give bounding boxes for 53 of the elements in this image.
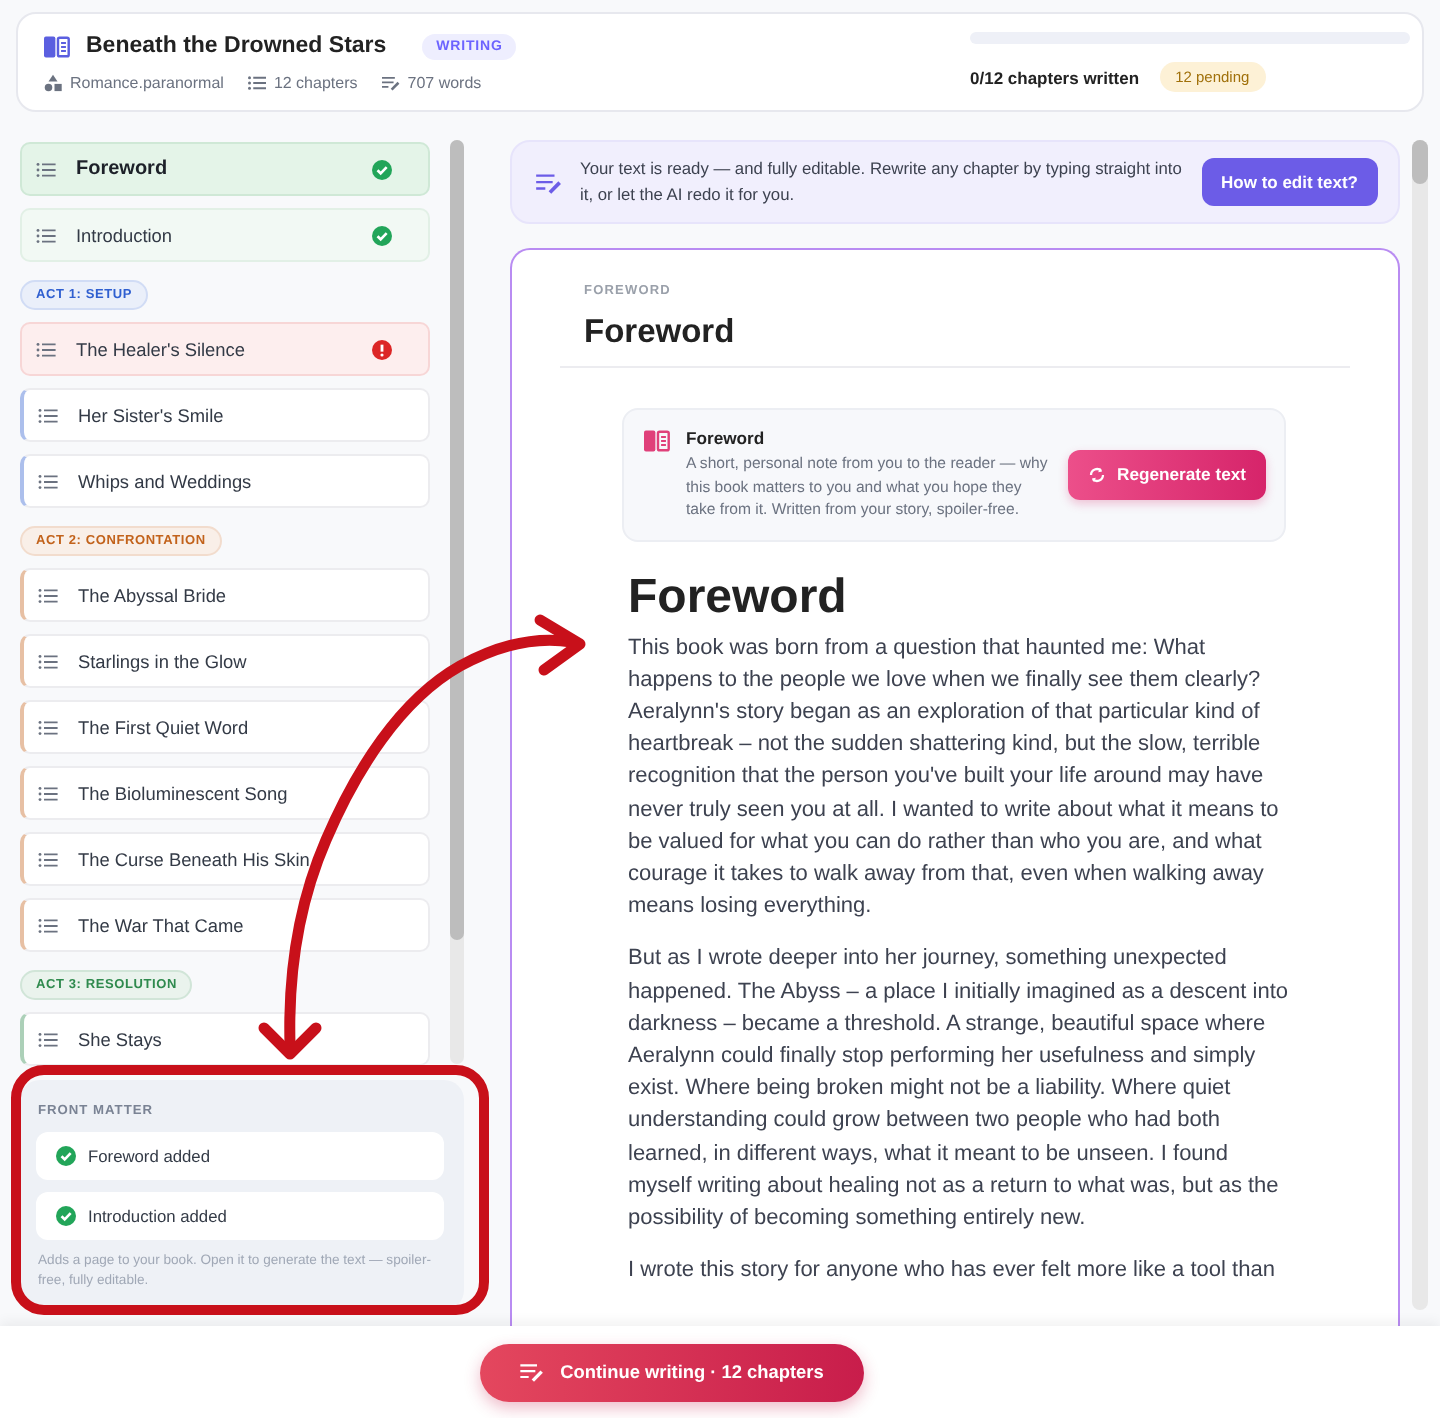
list-icon: [36, 227, 56, 243]
list-icon: [38, 851, 58, 867]
list-icon: [38, 653, 58, 669]
chapter-item[interactable]: The Abyssal Bride: [20, 568, 430, 622]
chapter-item[interactable]: She Stays: [20, 1012, 430, 1066]
scrollbar-thumb[interactable]: [1412, 140, 1428, 184]
book-title: Beneath the Drowned Stars: [86, 34, 387, 58]
list-icon: [36, 341, 56, 357]
list-icon: [38, 407, 58, 423]
meta-text: 12 chapters: [273, 73, 358, 91]
chapter-item[interactable]: Introduction: [20, 208, 430, 262]
book-icon: [44, 35, 70, 57]
chapter-title: Foreword: [584, 314, 737, 352]
list-icon: [38, 719, 58, 735]
chapter-item[interactable]: The First Quiet Word: [20, 700, 430, 754]
front-matter-item[interactable]: Foreword added: [36, 1132, 444, 1180]
banner-text: Your text is ready — and fully editable. Rewrite any chapter by typing straight into it, or let the AI redo it for you.: [580, 156, 1184, 208]
edit-lines-icon: [520, 1362, 545, 1382]
chapter-item[interactable]: Whips and Weddings: [20, 454, 430, 508]
continue-button[interactable]: Continue writing · 12 chapters: [480, 1343, 864, 1401]
chapter-item[interactable]: The War That Came: [20, 898, 430, 952]
meta-text: Romance.paranormal: [70, 73, 224, 91]
body-paragraph: This book was born from a question that haunted me: What happens to the people we love when we finally see them clearly? Aeralynn's story began as an exploration of that particular kind of heartbreak – not the sudden shattering kind, but the slow, terrible recognition that the person you've built your life around may have never truly seen you at all. I wanted to write about what it means to be valued for what you can do rather than who you are, and what courage it takes to walk away from that, even when walking away means losing everything.: [628, 633, 1281, 923]
check-circle-icon: [372, 225, 392, 245]
list-icon: [38, 1031, 58, 1047]
edit-lines-icon: [381, 73, 400, 91]
page-heading: Foreword: [628, 569, 849, 625]
chapter-item[interactable]: Her Sister's Smile: [20, 388, 430, 442]
chapter-item[interactable]: The Healer's Silence: [20, 322, 430, 376]
card-title: Foreword: [686, 428, 767, 448]
front-matter-item[interactable]: Introduction added: [36, 1192, 444, 1240]
chapter-item[interactable]: Foreword: [20, 142, 430, 196]
meta-text: 707 words: [407, 73, 482, 91]
chapter-item[interactable]: The Bioluminescent Song: [20, 766, 430, 820]
list-icon: [247, 73, 266, 91]
regenerate-button[interactable]: Regenerate text: [1067, 449, 1266, 500]
help-button[interactable]: How to edit text?: [1201, 158, 1378, 206]
list-icon: [38, 473, 58, 489]
chapter-item[interactable]: Starlings in the Glow: [20, 634, 430, 688]
edit-lines-icon: [536, 171, 562, 193]
list-icon: [36, 161, 56, 177]
alert-icon: [372, 339, 392, 359]
list-icon: [38, 917, 58, 933]
list-icon: [38, 785, 58, 801]
check-circle-icon: [372, 159, 392, 179]
body-paragraph: I wrote this story for anyone who has ever felt more like a tool than: [628, 1256, 1277, 1287]
list-icon: [38, 587, 58, 603]
shapes-icon: [44, 73, 62, 91]
refresh-icon: [1087, 465, 1106, 484]
chapter-item[interactable]: The Curse Beneath His Skin: [20, 832, 430, 886]
body-paragraph: But as I wrote deeper into her journey, something unexpected happened. The Abyss – a place I initially imagined as a descent into darkness – became a threshold. A strange, beautiful space where Aeralynn could finally stop performing her usefulness and simply exist. Where being broken might not be a liability. Where quiet understanding could grow between two people who had both learned, in different ways, what it meant to be unseen. I found myself writing about healing not as a return to what was, but as the possibility of becoming something entirely new.: [628, 944, 1288, 1234]
progress-label: 0/12 chapters written: [970, 67, 1140, 87]
book-icon: [644, 430, 670, 452]
